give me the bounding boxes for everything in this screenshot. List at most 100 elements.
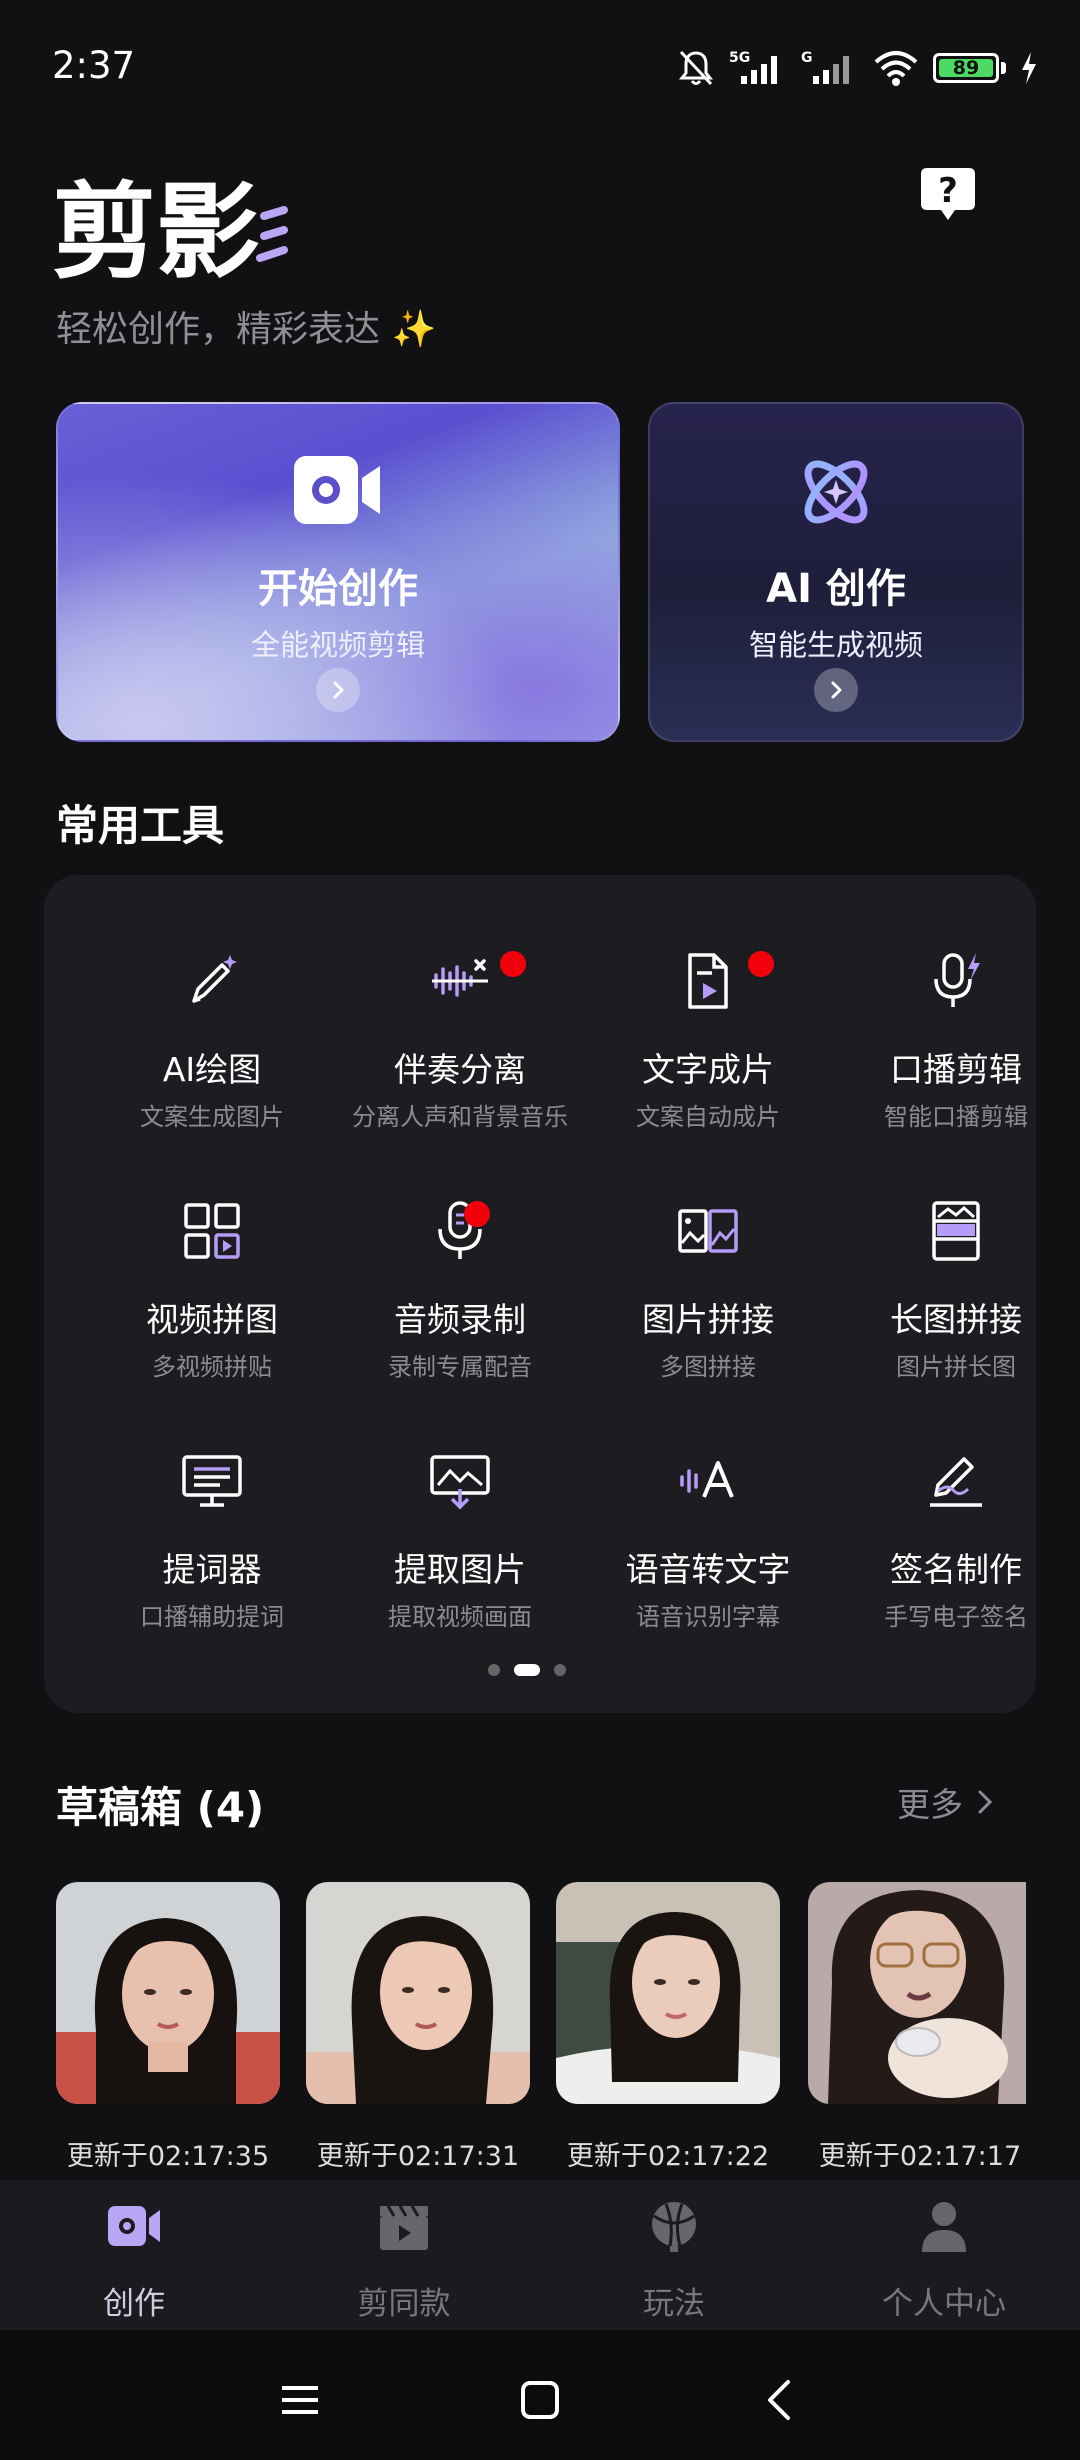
draft-updated-time: 更新于02:17:17 — [818, 2141, 1022, 2172]
nav-label: 剪同款 — [357, 2286, 451, 2322]
tool-teleprompter[interactable]: 提词器 口播辅助提词 — [88, 1375, 336, 1631]
speech-to-text-icon — [680, 1461, 734, 1498]
nav-play[interactable]: 玩法 — [574, 2196, 774, 2323]
draft-thumbnail — [808, 1882, 1026, 2104]
tool-label: 图片拼接 — [642, 1300, 774, 1339]
app-logo-text: 剪影 — [52, 171, 260, 290]
draft-thumbnail — [556, 1882, 780, 2104]
tool-subtitle: 语音识别字幕 — [636, 1603, 780, 1631]
extract-frame-icon — [430, 1455, 490, 1510]
tool-label: 提取图片 — [394, 1550, 526, 1589]
person-icon — [922, 2202, 966, 2252]
drafts-title: 草稿箱 (4) — [56, 1783, 265, 1832]
tool-label: 口播剪辑 — [890, 1050, 1022, 1089]
tool-image-stitch[interactable]: 图片拼接 多图拼接 — [584, 1125, 832, 1381]
draft-item[interactable]: 更新于02:17:22 — [556, 1882, 780, 2173]
start-creation-subtitle: 全能视频剪辑 — [250, 628, 425, 662]
draft-updated-time: 更新于02:17:35 — [66, 2141, 270, 2172]
wifi-icon — [874, 51, 918, 86]
start-creation-card[interactable]: 开始创作 全能视频剪辑 — [56, 402, 620, 742]
chevron-right-icon — [316, 668, 360, 712]
draft-updated-time: 更新于02:17:31 — [316, 2141, 520, 2172]
tool-label: 视频拼图 — [146, 1300, 278, 1339]
tagline: 轻松创作，精彩表达 ✨ — [56, 309, 437, 350]
pager-dot[interactable] — [554, 1664, 566, 1676]
drafts-more-link[interactable]: 更多 — [897, 1778, 993, 1826]
tool-label: 文字成片 — [642, 1050, 774, 1089]
draft-updated-time: 更新于02:17:22 — [566, 2141, 770, 2172]
draft-item[interactable]: 更新于02:17:35 — [56, 1882, 280, 2173]
tool-label: 长图拼接 — [890, 1300, 1022, 1339]
back-icon[interactable] — [750, 2370, 810, 2430]
draft-item[interactable]: 更新于02:17:17 — [808, 1882, 1032, 2173]
network-1-label: 5G — [729, 50, 750, 66]
tools-section-title: 常用工具 — [56, 801, 225, 850]
tool-speech-to-text[interactable]: 语音转文字 语音识别字幕 — [584, 1375, 832, 1631]
ai-creation-subtitle: 智能生成视频 — [748, 628, 923, 662]
atom-sparkle-icon — [804, 460, 868, 524]
tool-label: 音频录制 — [394, 1300, 526, 1339]
pager-dot-active[interactable] — [514, 1664, 540, 1676]
tool-label: 提词器 — [162, 1550, 262, 1589]
new-badge — [748, 951, 774, 977]
pen-sparkle-icon — [192, 955, 237, 1003]
nav-template[interactable]: 剪同款 — [304, 2196, 504, 2323]
nav-label: 玩法 — [643, 2286, 705, 2322]
tool-long-image-stitch[interactable]: 长图拼接 图片拼长图 — [832, 1125, 1080, 1381]
tool-text-to-video[interactable]: 文字成片 文案自动成片 — [584, 875, 832, 1131]
clapperboard-icon — [380, 2205, 428, 2250]
ai-creation-card[interactable]: AI 创作 智能生成视频 — [648, 402, 1024, 742]
bottom-nav: 创作 剪同款 玩法 个人中心 — [0, 2180, 1080, 2330]
tool-audio-recording[interactable]: 音频录制 录制专属配音 — [336, 1125, 584, 1381]
help-icon[interactable]: ? — [917, 164, 979, 226]
battery-indicator: 89 — [933, 53, 999, 83]
home-icon[interactable] — [510, 2370, 570, 2430]
start-creation-title: 开始创作 — [258, 566, 418, 612]
new-badge — [500, 951, 526, 977]
tools-pager[interactable] — [488, 1664, 566, 1676]
nav-create[interactable]: 创作 — [34, 2196, 234, 2323]
image-pair-icon — [678, 1209, 738, 1253]
tool-voice-clip-edit[interactable]: 口播剪辑 智能口播剪辑 — [832, 875, 1080, 1131]
long-image-icon — [932, 1201, 980, 1261]
tools-panel: AI绘图 文案生成图片 伴奏分离 分离人声和背景音乐 文字成片 文案自动成片 口… — [44, 875, 1036, 1713]
ai-creation-title: AI 创作 — [766, 566, 906, 612]
tool-label: 语音转文字 — [625, 1550, 791, 1589]
draft-thumbnail — [306, 1882, 530, 2104]
tool-subtitle: 手写电子签名 — [884, 1603, 1028, 1631]
menu-icon[interactable] — [270, 2370, 330, 2430]
draft-item[interactable]: 更新于02:17:31 — [306, 1882, 530, 2173]
status-time: 2:37 — [52, 44, 136, 87]
charging-bolt-icon — [1022, 52, 1036, 84]
tool-label: AI绘图 — [162, 1050, 262, 1089]
new-badge — [464, 1201, 490, 1227]
nav-profile[interactable]: 个人中心 — [844, 2196, 1044, 2323]
draft-thumbnail — [56, 1882, 280, 2104]
pager-dot[interactable] — [488, 1664, 500, 1676]
tool-accompaniment-separation[interactable]: 伴奏分离 分离人声和背景音乐 — [336, 875, 584, 1131]
nav-label: 创作 — [103, 2286, 165, 2322]
planet-icon — [652, 2202, 696, 2252]
tool-video-collage[interactable]: 视频拼图 多视频拼贴 — [88, 1125, 336, 1381]
video-camera-icon — [108, 2206, 160, 2246]
grid-collage-icon — [184, 1203, 240, 1259]
tool-subtitle: 口播辅助提词 — [140, 1603, 284, 1631]
chevron-right-icon — [814, 668, 858, 712]
signal-5g-icon: 5G — [729, 50, 777, 84]
tool-signature[interactable]: 签名制作 手写电子签名 — [832, 1375, 1080, 1631]
battery-level: 89 — [952, 57, 980, 79]
svg-text:?: ? — [938, 171, 958, 211]
nav-label: 个人中心 — [882, 2286, 1006, 2322]
status-bar: 2:37 5G G 89 — [0, 0, 1080, 130]
status-icons: 5G G 89 — [677, 44, 1038, 92]
tool-ai-drawing[interactable]: AI绘图 文案生成图片 — [88, 875, 336, 1131]
video-camera-icon — [294, 456, 380, 524]
network-2-label: G — [801, 50, 813, 66]
tool-extract-image[interactable]: 提取图片 提取视频画面 — [336, 1375, 584, 1631]
chevron-right-icon — [978, 1790, 993, 1814]
document-play-icon — [688, 953, 728, 1009]
tool-label: 签名制作 — [890, 1550, 1022, 1589]
teleprompter-icon — [182, 1455, 242, 1507]
system-nav-bar — [0, 2330, 1080, 2460]
waveform-split-icon — [432, 959, 488, 997]
